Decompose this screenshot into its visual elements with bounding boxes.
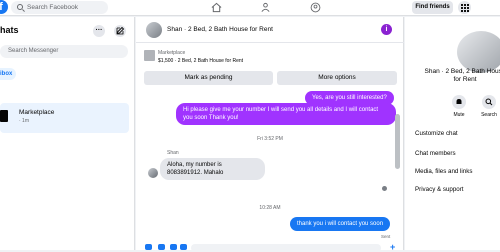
- find-friends-button[interactable]: Find friends: [412, 1, 453, 14]
- sent-status: Sent: [381, 234, 391, 239]
- mark-as-pending-button[interactable]: Mark as pending: [144, 71, 273, 85]
- search-icon: [485, 98, 493, 106]
- facebook-logo[interactable]: f: [0, 0, 8, 14]
- bell-icon: [456, 99, 462, 105]
- profile-image[interactable]: [457, 31, 500, 73]
- photo-icon[interactable]: [158, 244, 165, 250]
- message-composer: +: [136, 243, 404, 252]
- top-bar: f Search Facebook Find friends: [0, 0, 500, 16]
- search-icon: [17, 4, 23, 10]
- info-icon[interactable]: i: [381, 24, 392, 35]
- gif-icon[interactable]: [180, 244, 187, 250]
- message-input[interactable]: [191, 244, 381, 252]
- thread-avatar[interactable]: [146, 22, 162, 38]
- more-options-button[interactable]: More options: [277, 71, 397, 85]
- profile-name: Shan · 2 Bed, 2 Bath House for Rent: [424, 68, 500, 83]
- inbox-tab[interactable]: ibox: [0, 68, 16, 80]
- message-bubble-outgoing: thank you i will contact you soon: [290, 217, 391, 231]
- thread-title[interactable]: Shan · 2 Bed, 2 Bath House for Rent: [167, 26, 273, 33]
- listing-details: $1,500 · 2 Bed, 2 Bath House for Rent: [158, 58, 244, 64]
- chats-sidebar: hats ··· Search Messenger ibox Marketpla…: [0, 17, 135, 250]
- scrollbar[interactable]: [395, 114, 400, 169]
- search-facebook-input[interactable]: Search Facebook: [11, 1, 108, 14]
- chat-members-item[interactable]: Chat members: [415, 150, 456, 157]
- sender-avatar[interactable]: [148, 168, 158, 178]
- thread-header: Shan · 2 Bed, 2 Bath House for Rent i: [136, 17, 404, 43]
- search-messenger-input[interactable]: Search Messenger: [0, 45, 128, 58]
- conversation-details-panel: Shan · 2 Bed, 2 Bath House for Rent Mute…: [405, 17, 500, 250]
- customize-chat-item[interactable]: Customize chat: [415, 130, 458, 137]
- media-files-links-item[interactable]: Media, files and links: [415, 168, 472, 175]
- message-bubble-incoming: Aloha, my number is 8083891912. Mahalo: [160, 158, 265, 180]
- privacy-support-item[interactable]: Privacy & support: [415, 186, 464, 193]
- seen-avatar: [382, 186, 387, 191]
- conversation-item-marketplace[interactable]: Marketplace · 1m: [0, 103, 129, 133]
- conversation-panel: Shan · 2 Bed, 2 Bath House for Rent i Ma…: [136, 17, 404, 252]
- message-list[interactable]: Yes, are you still interested? Hi please…: [136, 90, 404, 244]
- search-conversation-button[interactable]: [482, 95, 496, 109]
- chats-title: hats: [0, 25, 19, 35]
- marketplace-icon: [0, 110, 8, 122]
- listing-thumbnail: [144, 50, 155, 61]
- conversation-title: Marketplace: [19, 109, 55, 116]
- search-label: Search: [481, 112, 497, 118]
- more-options-icon[interactable]: ···: [93, 25, 105, 37]
- new-message-icon[interactable]: [114, 25, 126, 37]
- menu-grid-icon[interactable]: [458, 1, 471, 14]
- message-bubble-outgoing: Hi please give me your number I will sen…: [176, 103, 396, 125]
- search-facebook-placeholder: Search Facebook: [27, 4, 78, 11]
- timestamp: 10:28 AM: [259, 205, 281, 211]
- timestamp: Fri 3:52 PM: [257, 136, 283, 142]
- groups-icon[interactable]: [310, 2, 321, 13]
- friends-icon[interactable]: [260, 2, 271, 13]
- sender-name: Shan: [167, 150, 179, 156]
- mute-button[interactable]: [452, 95, 466, 109]
- conversation-meta: · 1m: [19, 118, 29, 124]
- listing-source: Marketplace: [158, 50, 186, 56]
- mute-label: Mute: [453, 112, 465, 118]
- sticker-icon[interactable]: [170, 244, 177, 250]
- add-icon[interactable]: [145, 244, 152, 250]
- home-icon[interactable]: [211, 2, 222, 13]
